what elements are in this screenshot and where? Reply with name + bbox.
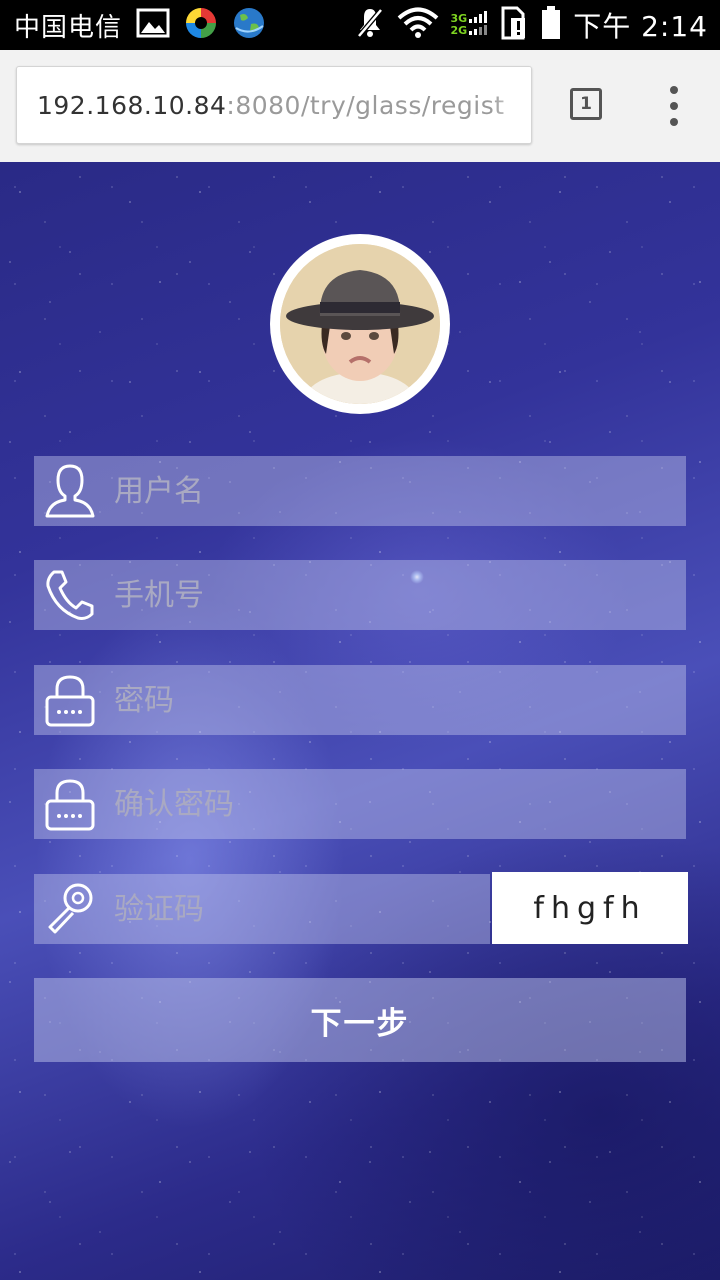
captcha-input[interactable]	[114, 874, 474, 944]
user-icon	[42, 462, 98, 520]
password-field	[34, 665, 686, 735]
lock-icon	[42, 775, 98, 833]
carrier-name: 中国电信	[14, 12, 123, 43]
browser-toolbar: 192.168.10.84:8080/try/glass/regist 1	[0, 50, 720, 162]
password-input[interactable]	[114, 665, 654, 735]
status-left: 中国电信	[14, 0, 266, 50]
tab-switcher-button[interactable]: 1	[570, 88, 602, 120]
url-text: 192.168.10.84:8080/try/glass/regist	[37, 67, 505, 143]
phone-input[interactable]	[114, 560, 654, 630]
tab-count: 1	[580, 94, 592, 114]
confirm-password-input[interactable]	[114, 769, 654, 839]
browser-globe-icon	[232, 6, 266, 44]
overflow-menu-icon[interactable]	[660, 86, 688, 126]
network-indicator: 3G 2G	[451, 11, 490, 39]
wifi-icon	[397, 7, 439, 43]
username-field	[34, 456, 686, 526]
register-page: fhgfh 下一步	[0, 162, 720, 1280]
phone-icon	[42, 566, 98, 624]
url-fade	[491, 67, 531, 143]
address-bar[interactable]: 192.168.10.84:8080/try/glass/regist	[16, 66, 532, 144]
clock: 下午 2:14	[573, 10, 708, 43]
gallery-icon	[136, 8, 170, 42]
status-bar: 中国电信 3G 2G 下午 2:14	[0, 0, 720, 50]
captcha-field	[34, 874, 490, 944]
sim-alert-icon	[501, 6, 529, 44]
avatar-photo	[280, 244, 440, 404]
url-host: 192.168.10.84	[37, 91, 227, 120]
status-right: 3G 2G 下午 2:14	[355, 0, 708, 50]
key-icon	[42, 880, 98, 938]
phone-field	[34, 560, 686, 630]
username-input[interactable]	[114, 456, 654, 526]
next-step-button[interactable]: 下一步	[34, 978, 686, 1062]
confirm-password-field	[34, 769, 686, 839]
avatar[interactable]	[270, 234, 450, 414]
signal-icon	[469, 11, 489, 39]
app-icon	[184, 6, 218, 44]
mute-icon	[355, 6, 385, 44]
battery-icon	[541, 6, 561, 44]
lock-icon	[42, 671, 98, 729]
network-label-2g: 2G	[450, 24, 468, 37]
url-path: :8080/try/glass/regist	[226, 91, 505, 120]
captcha-image[interactable]: fhgfh	[492, 872, 688, 944]
